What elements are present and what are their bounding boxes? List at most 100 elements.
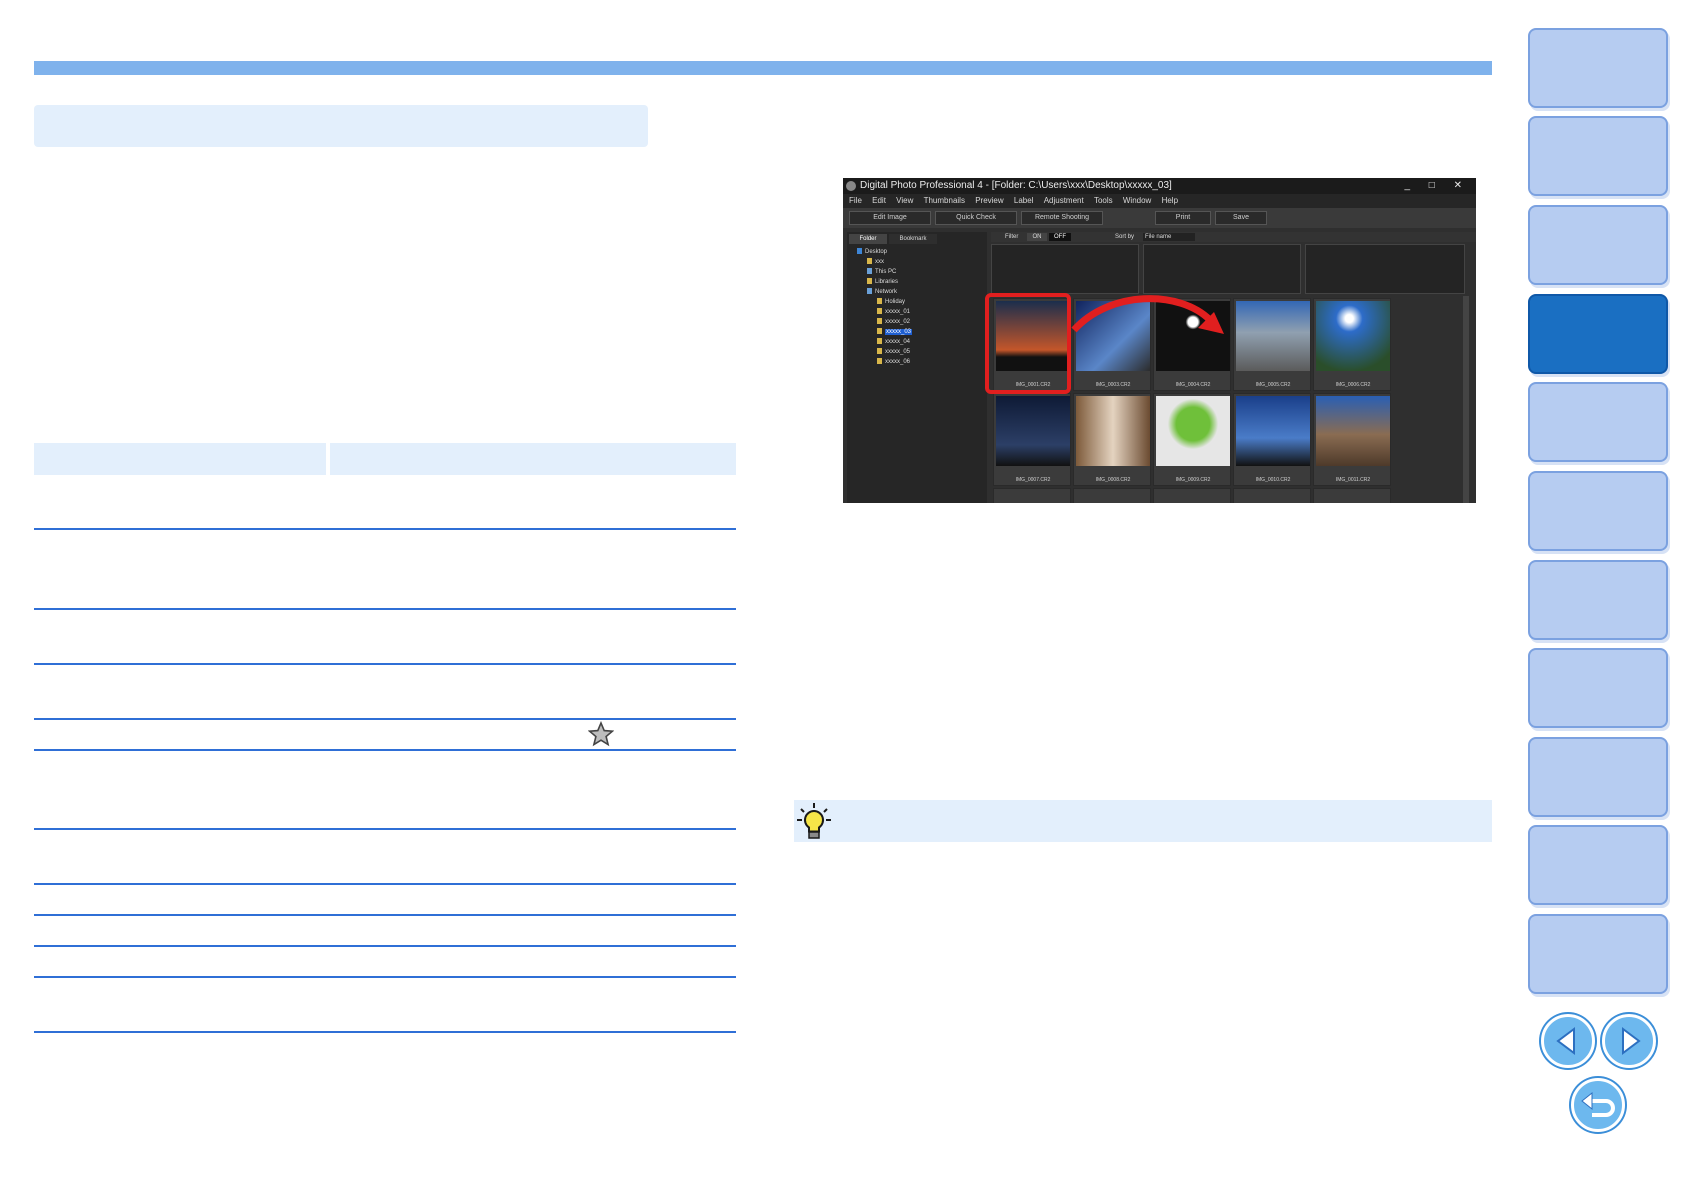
thumbnail[interactable]: IMG_0008.CR2 bbox=[1073, 393, 1151, 486]
filter-bar: Filter ON OFF Sort by File name bbox=[991, 232, 1476, 242]
table-row-divider bbox=[34, 528, 736, 530]
menu-thumbnails[interactable]: Thumbnails bbox=[924, 194, 965, 208]
thumbnail[interactable]: IMG_0007.CR2 bbox=[993, 393, 1071, 486]
table-row-divider bbox=[34, 608, 736, 610]
table-row-divider bbox=[34, 945, 736, 947]
table-row-divider bbox=[34, 914, 736, 916]
table-row-divider bbox=[34, 663, 736, 665]
filter-panel bbox=[1305, 244, 1465, 294]
tree-item-selected[interactable]: xxxxx_03 bbox=[877, 328, 913, 336]
tree-item[interactable]: xxxxx_02 bbox=[877, 318, 910, 326]
tree-item[interactable]: xxxxx_01 bbox=[877, 308, 910, 316]
chapter-tab-10[interactable] bbox=[1528, 825, 1668, 905]
folder-icon bbox=[877, 328, 882, 335]
tree-item[interactable]: Network bbox=[867, 288, 897, 296]
sort-select[interactable]: File name bbox=[1143, 233, 1195, 241]
tree-item[interactable]: xxxxx_05 bbox=[877, 348, 910, 356]
menu-label[interactable]: Label bbox=[1014, 194, 1034, 208]
chapter-tab-6[interactable] bbox=[1528, 471, 1668, 551]
thumbnail[interactable]: IMG_0009.CR2 bbox=[1153, 393, 1231, 486]
folder-icon bbox=[857, 248, 862, 255]
menu-bar: File Edit View Thumbnails Preview Label … bbox=[843, 194, 1476, 208]
chevron-right-icon bbox=[1622, 1027, 1641, 1055]
folder-icon bbox=[867, 258, 872, 265]
folder-icon bbox=[877, 308, 882, 315]
tree-item[interactable]: Holiday bbox=[877, 298, 905, 306]
folder-pane: Folder Bookmark Desktop xxx This PC Libr… bbox=[847, 232, 987, 503]
folder-icon bbox=[877, 298, 882, 305]
chapter-tab-2[interactable] bbox=[1528, 116, 1668, 196]
header-rule bbox=[34, 61, 1492, 75]
table-row-divider bbox=[34, 749, 736, 751]
chapter-tab-9[interactable] bbox=[1528, 737, 1668, 817]
return-arrow-icon bbox=[1581, 1091, 1615, 1117]
tab-bookmark[interactable]: Bookmark bbox=[889, 234, 937, 244]
sort-by-label: Sort by bbox=[1115, 234, 1135, 240]
thumbnail[interactable]: IMG_0006.CR2 bbox=[1313, 298, 1391, 391]
drag-source-highlight bbox=[985, 293, 1071, 394]
table-row-divider bbox=[34, 1031, 736, 1033]
menu-help[interactable]: Help bbox=[1162, 194, 1178, 208]
chapter-tab-7[interactable] bbox=[1528, 560, 1668, 640]
tree-item[interactable]: xxx bbox=[867, 258, 884, 266]
chapter-tab-3[interactable] bbox=[1528, 205, 1668, 285]
tree-item[interactable]: This PC bbox=[867, 268, 896, 276]
tree-item[interactable]: Libraries bbox=[867, 278, 898, 286]
menu-preview[interactable]: Preview bbox=[975, 194, 1003, 208]
edit-image-button[interactable]: Edit Image bbox=[849, 211, 931, 225]
folder-icon bbox=[877, 338, 882, 345]
menu-tools[interactable]: Tools bbox=[1094, 194, 1113, 208]
table-row-divider bbox=[34, 883, 736, 885]
filter-off-button[interactable]: OFF bbox=[1049, 233, 1071, 241]
chevron-left-icon bbox=[1556, 1027, 1575, 1055]
chapter-tab-4-active[interactable] bbox=[1528, 294, 1668, 374]
window-titlebar: Digital Photo Professional 4 - [Folder: … bbox=[843, 178, 1476, 194]
chapter-tab-1[interactable] bbox=[1528, 28, 1668, 108]
toolbar: Edit Image Quick Check Remote Shooting P… bbox=[843, 208, 1476, 228]
filter-panel bbox=[1143, 244, 1301, 294]
print-button[interactable]: Print bbox=[1155, 211, 1211, 225]
folder-icon bbox=[877, 318, 882, 325]
lightbulb-icon bbox=[797, 803, 831, 839]
folder-icon bbox=[867, 278, 872, 285]
app-icon bbox=[846, 181, 856, 191]
tree-item[interactable]: xxxxx_04 bbox=[877, 338, 910, 346]
tree-item[interactable]: Desktop bbox=[857, 248, 887, 256]
thumbnail[interactable]: IMG_0011.CR2 bbox=[1313, 393, 1391, 486]
chapter-tab-11[interactable] bbox=[1528, 914, 1668, 994]
chapter-tab-5[interactable] bbox=[1528, 382, 1668, 462]
tip-box bbox=[794, 800, 1492, 842]
filter-on-button[interactable]: ON bbox=[1027, 233, 1047, 241]
network-icon bbox=[867, 288, 872, 295]
quick-check-button[interactable]: Quick Check bbox=[935, 211, 1017, 225]
menu-edit[interactable]: Edit bbox=[872, 194, 886, 208]
menu-adjustment[interactable]: Adjustment bbox=[1044, 194, 1084, 208]
thumbnail[interactable] bbox=[1153, 488, 1231, 503]
folder-icon bbox=[877, 358, 882, 365]
scrollbar[interactable] bbox=[1463, 296, 1469, 503]
thumbnail[interactable] bbox=[993, 488, 1071, 503]
filter-label: Filter bbox=[1005, 234, 1019, 240]
thumbnail[interactable]: IMG_0010.CR2 bbox=[1233, 393, 1311, 486]
thumbnail[interactable] bbox=[1073, 488, 1151, 503]
previous-page-button[interactable] bbox=[1541, 1014, 1595, 1068]
window-controls[interactable]: _ □ ✕ bbox=[1404, 178, 1470, 194]
thumbnail[interactable]: IMG_0005.CR2 bbox=[1233, 298, 1311, 391]
next-page-button[interactable] bbox=[1602, 1014, 1656, 1068]
menu-window[interactable]: Window bbox=[1123, 194, 1151, 208]
table-row-divider bbox=[34, 976, 736, 978]
filter-panel bbox=[991, 244, 1139, 294]
thumbnail[interactable] bbox=[1313, 488, 1391, 503]
table-header-col2 bbox=[330, 443, 736, 475]
tree-item[interactable]: xxxxx_06 bbox=[877, 358, 910, 366]
table-row-divider bbox=[34, 718, 736, 720]
folder-icon bbox=[877, 348, 882, 355]
tab-folder[interactable]: Folder bbox=[849, 234, 887, 244]
thumbnail[interactable] bbox=[1233, 488, 1311, 503]
menu-file[interactable]: File bbox=[849, 194, 862, 208]
chapter-tab-8[interactable] bbox=[1528, 648, 1668, 728]
return-button[interactable] bbox=[1571, 1078, 1625, 1132]
save-button[interactable]: Save bbox=[1215, 211, 1267, 225]
remote-shooting-button[interactable]: Remote Shooting bbox=[1021, 211, 1103, 225]
menu-view[interactable]: View bbox=[896, 194, 913, 208]
